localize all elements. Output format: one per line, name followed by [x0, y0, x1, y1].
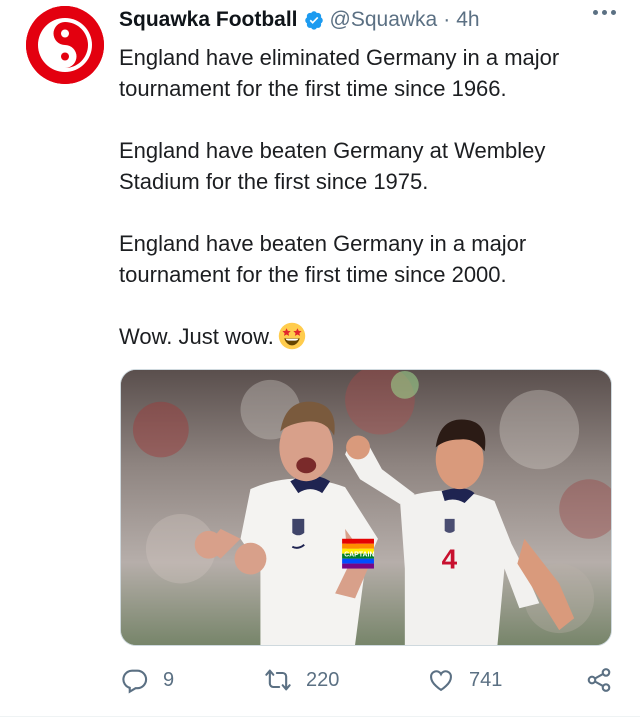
tweet-card[interactable]: Squawka Football @Squawka · 4h England h…: [0, 0, 640, 719]
like-count: 741: [469, 668, 503, 691]
handle[interactable]: @Squawka: [330, 8, 438, 32]
reply-icon: [122, 669, 148, 694]
tweet-actions: 9 220 741: [119, 666, 619, 696]
timestamp[interactable]: 4h: [456, 8, 479, 32]
retweet-icon: [265, 669, 291, 691]
football-celebration-photo: 4 CAPTAIN: [121, 370, 611, 645]
star-struck-emoji-icon: [278, 322, 306, 350]
verified-badge-icon: [304, 11, 323, 30]
separator-dot: ·: [443, 8, 451, 31]
divider: [0, 716, 640, 717]
heart-icon: [430, 670, 452, 692]
tweet-paragraph: England have beaten Germany at Wembley S…: [119, 138, 546, 194]
tweet-header: Squawka Football @Squawka · 4h: [119, 8, 480, 32]
display-name[interactable]: Squawka Football: [119, 8, 298, 32]
closing-text: Wow. Just wow.: [119, 324, 274, 349]
tweet-closing: Wow. Just wow.: [119, 321, 619, 352]
armband-text: CAPTAIN: [344, 552, 374, 559]
reply-button[interactable]: 9: [121, 666, 174, 694]
tweet-paragraph: England have eliminated Germany in a maj…: [119, 45, 560, 101]
share-icon: [587, 668, 611, 692]
retweet-button[interactable]: 220: [264, 666, 339, 694]
tweet-paragraph: England have beaten Germany in a major t…: [119, 231, 527, 287]
more-options-icon[interactable]: [593, 10, 616, 15]
share-button[interactable]: [585, 666, 613, 694]
tweet-text: England have eliminated Germany in a maj…: [119, 42, 619, 352]
avatar[interactable]: [26, 6, 104, 84]
retweet-count: 220: [306, 668, 340, 691]
shirt-number: 4: [442, 544, 458, 575]
reply-count: 9: [163, 668, 175, 691]
squawka-logo-icon: [26, 6, 104, 84]
like-button[interactable]: 741: [427, 666, 502, 694]
tweet-media-photo[interactable]: 4 CAPTAIN: [120, 369, 612, 646]
